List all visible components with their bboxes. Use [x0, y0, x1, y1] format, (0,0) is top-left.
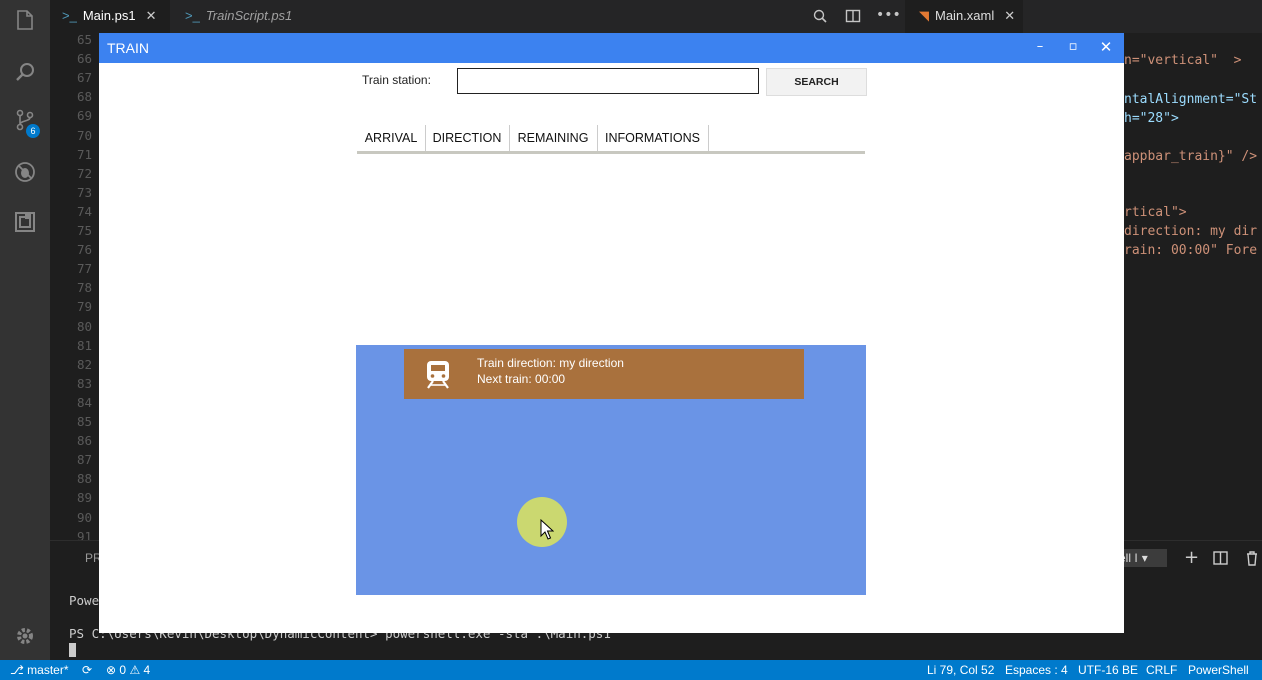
explorer-icon[interactable]	[13, 8, 37, 32]
window-title-bar: TRAIN – ▫ ✕	[99, 33, 1124, 63]
code-fragment: rain: 00:00" Fore	[1124, 243, 1258, 258]
line-number: 69	[76, 108, 92, 124]
problems-status[interactable]: ⊗ 0 ⚠ 4	[106, 660, 150, 680]
station-label: Train station:	[362, 73, 431, 87]
line-number: 71	[76, 146, 92, 162]
branch-status[interactable]: ⎇ master*	[10, 660, 69, 680]
search-button[interactable]: SEARCH	[766, 68, 867, 96]
branch-icon: ⎇	[10, 663, 24, 677]
line-number: 82	[76, 356, 92, 372]
maximize-icon[interactable]: ▫	[1059, 33, 1087, 63]
code-fragment: ntalAlignment="St	[1124, 92, 1258, 107]
line-number: 89	[76, 490, 92, 506]
line-number: 73	[76, 184, 92, 200]
window-title: TRAIN	[107, 40, 149, 56]
code-fragment: rtical">	[1124, 205, 1187, 220]
warning-icon: ⚠	[129, 663, 141, 677]
powershell-icon: >_	[185, 8, 200, 23]
line-number: 80	[76, 318, 92, 334]
close-icon[interactable]: ✕	[1092, 33, 1120, 63]
code-fragment: direction: my dir	[1124, 224, 1258, 239]
indentation[interactable]: Espaces : 4	[1005, 660, 1068, 680]
line-number: 70	[76, 127, 92, 143]
line-number: 72	[76, 165, 92, 181]
encoding[interactable]: UTF-16 BE	[1078, 660, 1138, 680]
line-number: 76	[76, 242, 92, 258]
extensions-icon[interactable]	[13, 210, 37, 234]
line-number: 86	[76, 433, 92, 449]
next-train-text: Next train: 00:00	[477, 372, 566, 386]
line-number: 66	[76, 51, 92, 67]
line-number: 78	[76, 280, 92, 296]
rss-icon: ◥	[919, 8, 929, 23]
add-terminal-icon[interactable]: +	[1184, 547, 1199, 568]
line-number: 81	[76, 337, 92, 353]
line-number: 83	[76, 375, 92, 391]
line-number: 75	[76, 223, 92, 238]
line-number: 87	[76, 452, 92, 468]
tab-label: Main.ps1	[82, 8, 136, 23]
line-number: 85	[76, 414, 92, 429]
column-remaining[interactable]: REMAINING	[509, 125, 598, 151]
search-icon[interactable]	[13, 60, 37, 84]
line-ending[interactable]: CRLF	[1146, 660, 1177, 680]
terminal-cursor	[69, 643, 76, 657]
compare-icon[interactable]	[812, 8, 828, 24]
train-tile-area: Train direction: my direction Next train…	[356, 345, 866, 595]
line-number: 68	[76, 89, 92, 105]
cursor-position[interactable]: Li 79, Col 52	[927, 660, 994, 680]
editor-tab-bar: >_ Main.ps1 ✕ >_ TrainScript.ps1 ••• ◥ Main.…	[50, 0, 1262, 33]
language-mode[interactable]: PowerShell	[1188, 660, 1249, 680]
station-input[interactable]	[457, 68, 759, 94]
line-number: 79	[76, 299, 92, 315]
line-number: 65	[76, 32, 92, 47]
line-number: 84	[76, 394, 92, 410]
mouse-pointer-icon	[540, 519, 554, 540]
split-terminal-icon[interactable]	[1213, 551, 1228, 565]
status-bar: ⎇ master* ⟳ ⊗ 0 ⚠ 4 Li 79, Col 52 Espace…	[0, 660, 1262, 680]
sync-icon[interactable]: ⟳	[82, 660, 92, 680]
train-direction-text: Train direction: my direction	[477, 356, 624, 370]
chevron-down-icon: ▾	[1141, 551, 1148, 565]
error-count: 0	[119, 663, 127, 677]
powershell-icon: >_	[62, 8, 77, 23]
column-informations[interactable]: INFORMATIONS	[597, 125, 709, 151]
source-control-badge: 6	[26, 124, 40, 138]
code-fragment: n="vertical" >	[1124, 53, 1242, 68]
close-icon[interactable]: ✕	[146, 8, 157, 23]
results-header: ARRIVAL DIRECTION REMAINING INFORMATIONS	[357, 125, 865, 154]
train-card[interactable]: Train direction: my direction Next train…	[404, 349, 804, 399]
tab-label: TrainScript.ps1	[205, 8, 293, 23]
branch-label: master*	[27, 663, 69, 677]
tab-main-xaml[interactable]: ◥ Main.xaml ✕	[905, 0, 1023, 33]
tab-main-ps1[interactable]: >_ Main.ps1 ✕	[50, 0, 170, 33]
tab-trainscript-ps1[interactable]: >_ TrainScript.ps1	[173, 0, 313, 33]
terminal-line: Powe	[69, 593, 100, 608]
tab-label: Main.xaml	[935, 8, 995, 23]
line-number: 67	[76, 70, 92, 86]
line-number: 88	[76, 471, 92, 487]
code-fragment: h="28">	[1124, 111, 1179, 126]
train-window: TRAIN – ▫ ✕ Train station: SEARCH ARRIVA…	[99, 33, 1124, 633]
line-number: 77	[76, 261, 92, 277]
split-editor-icon[interactable]	[845, 8, 861, 24]
debug-icon[interactable]	[13, 160, 37, 184]
close-icon[interactable]: ✕	[1004, 8, 1015, 23]
train-icon	[427, 361, 449, 389]
warning-count: 4	[143, 663, 151, 677]
activity-bar: 6	[0, 0, 50, 660]
error-icon: ⊗	[106, 663, 117, 677]
line-number: 74	[76, 203, 92, 219]
more-actions-icon[interactable]: •••	[876, 0, 901, 30]
column-direction[interactable]: DIRECTION	[425, 125, 510, 151]
minimize-icon[interactable]: –	[1026, 33, 1054, 63]
column-arrival[interactable]: ARRIVAL	[357, 125, 426, 151]
code-fragment: appbar_train}" />	[1124, 149, 1258, 164]
gear-icon[interactable]	[13, 624, 37, 648]
line-number: 90	[76, 509, 92, 525]
trash-icon[interactable]	[1245, 550, 1259, 566]
